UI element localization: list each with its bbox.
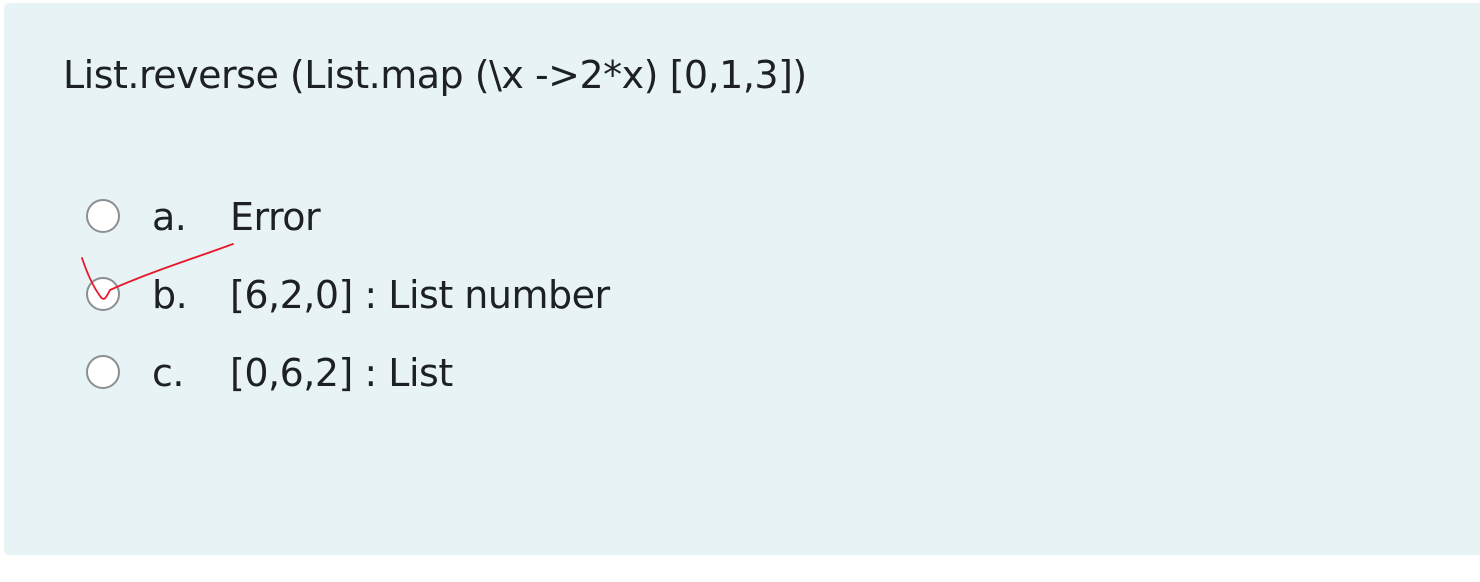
answer-letter-b: b.: [152, 273, 188, 317]
answer-letter-c: c.: [152, 351, 184, 395]
answer-option-b[interactable]: b. [6,2,0] : List number: [86, 269, 986, 347]
answer-list: a. Error b. [6,2,0] : List number c. [0,…: [86, 191, 986, 425]
answer-text-c: [0,6,2] : List: [230, 351, 453, 395]
answer-letter-a: a.: [152, 195, 187, 239]
answer-option-a[interactable]: a. Error: [86, 191, 986, 269]
question-panel: List.reverse (List.map (\x ->2*x) [0,1,3…: [4, 3, 1480, 555]
question-text: List.reverse (List.map (\x ->2*x) [0,1,3…: [63, 53, 807, 97]
answer-text-a: Error: [230, 195, 321, 239]
answer-option-c[interactable]: c. [0,6,2] : List: [86, 347, 986, 425]
radio-button-a[interactable]: [86, 199, 120, 233]
answer-text-b: [6,2,0] : List number: [230, 273, 610, 317]
radio-button-c[interactable]: [86, 355, 120, 389]
radio-button-b[interactable]: [86, 277, 120, 311]
